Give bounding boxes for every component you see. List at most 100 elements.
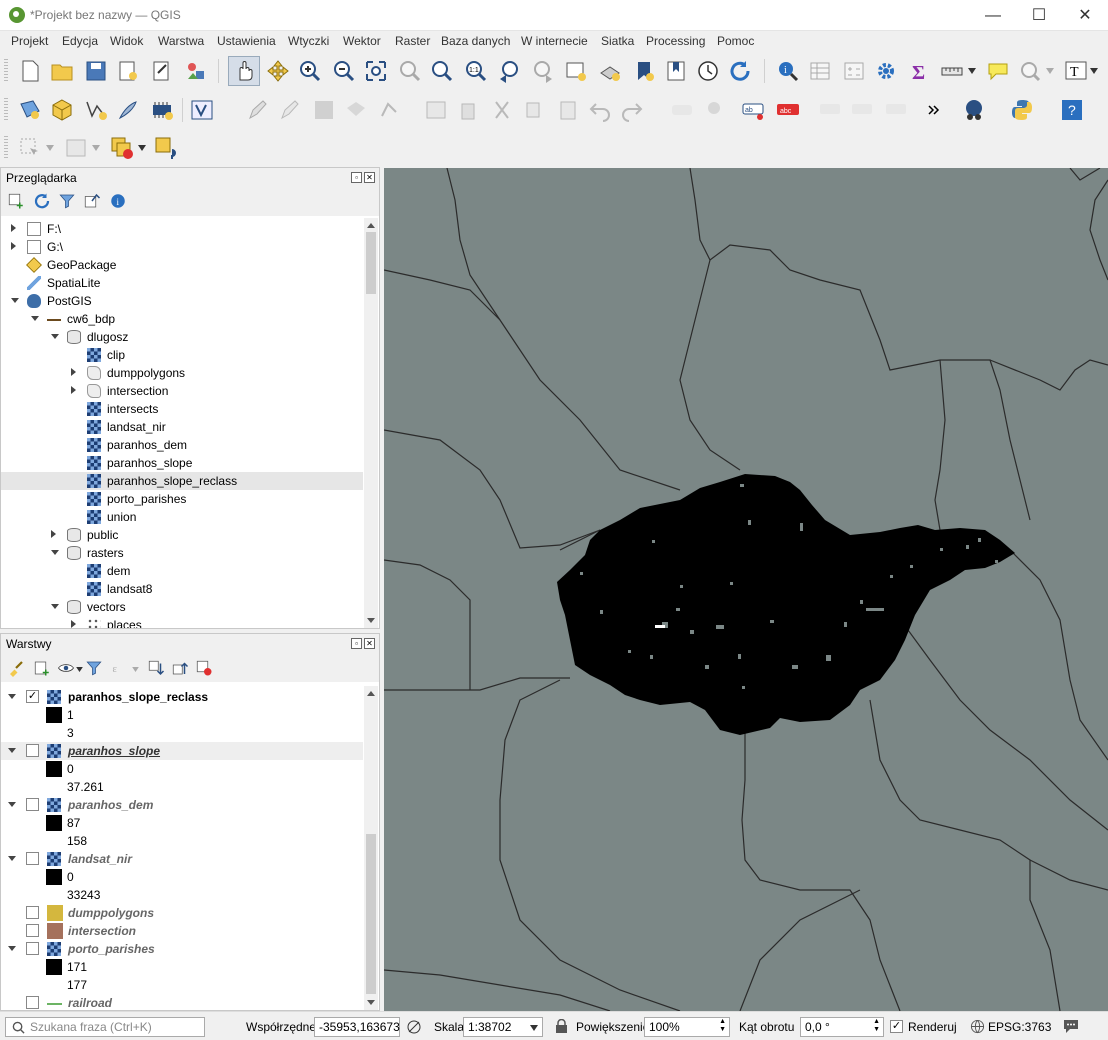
new-spatial-bookmark-icon[interactable]: [1018, 59, 1042, 83]
filter-legend-icon[interactable]: [85, 659, 103, 677]
browser-item-intersection[interactable]: intersection: [1, 382, 361, 400]
collapse-arrow-icon[interactable]: [51, 550, 59, 555]
close-button[interactable]: ✕: [1062, 0, 1108, 31]
menu-widok[interactable]: Widok: [110, 34, 143, 48]
style-manager-icon[interactable]: [184, 59, 208, 83]
browser-scrollbar[interactable]: [364, 218, 378, 628]
current-edits-icon[interactable]: [246, 98, 270, 122]
layer-porto-parishes[interactable]: porto_parishes: [1, 940, 361, 958]
delete-selected-icon[interactable]: [456, 98, 480, 122]
layer-railroad[interactable]: railroad: [1, 994, 361, 1010]
layer-visibility-checkbox[interactable]: [26, 744, 39, 757]
zoom-last-icon[interactable]: [498, 59, 522, 83]
browser-item-spatialite[interactable]: SpatiaLite: [1, 274, 361, 292]
close-panel-icon[interactable]: ✕: [364, 172, 375, 183]
float-panel-icon[interactable]: ▫: [351, 172, 362, 183]
expression-dropdown-icon[interactable]: [132, 667, 139, 672]
pan-map-icon[interactable]: [232, 59, 256, 83]
collapse-arrow-icon[interactable]: [8, 748, 16, 753]
browser-item-clip[interactable]: clip: [1, 346, 361, 364]
layer-visibility-checkbox[interactable]: [26, 798, 39, 811]
messages-icon[interactable]: [1062, 1018, 1080, 1034]
new-geopackage-layer-icon[interactable]: [50, 98, 74, 122]
locator-search-input[interactable]: Szukana fraza (Ctrl+K): [5, 1017, 205, 1037]
layer-dumppolygons[interactable]: dumppolygons: [1, 904, 361, 922]
menu-baza-danych[interactable]: Baza danych: [441, 34, 510, 48]
zoom-to-selection-icon[interactable]: [398, 59, 422, 83]
copy-features-icon[interactable]: [522, 98, 546, 122]
rotate-label-icon[interactable]: [850, 98, 874, 122]
browser-item-landsat-nir[interactable]: landsat_nir: [1, 418, 361, 436]
browser-item-vectors[interactable]: vectors: [1, 598, 361, 616]
filter-by-expression-icon[interactable]: ε: [111, 659, 129, 677]
browser-item-porto-parishes[interactable]: porto_parishes: [1, 490, 361, 508]
new-project-icon[interactable]: [18, 59, 42, 83]
menu-warstwa[interactable]: Warstwa: [158, 34, 204, 48]
rotation-spinbox[interactable]: 0,0 ° ▲ ▼: [800, 1017, 884, 1037]
expand-arrow-icon[interactable]: [11, 224, 16, 232]
layer-landsat-nir[interactable]: landsat_nir: [1, 850, 361, 868]
python-console-icon[interactable]: [1010, 98, 1034, 122]
menu-projekt[interactable]: Projekt: [11, 34, 48, 48]
select-by-value-icon[interactable]: [64, 136, 88, 160]
select-dropdown-icon[interactable]: [46, 145, 54, 151]
legend-item[interactable]: 177: [1, 976, 361, 994]
deselect-all-icon[interactable]: [110, 136, 134, 160]
expand-arrow-icon[interactable]: [11, 242, 16, 250]
move-label-icon[interactable]: [818, 98, 842, 122]
layout-manager-icon[interactable]: [150, 59, 174, 83]
browser-item-g[interactable]: G:\: [1, 238, 361, 256]
layer-visibility-checkbox[interactable]: [26, 852, 39, 865]
statistical-summary-icon[interactable]: Σ: [908, 59, 932, 83]
add-feature-icon[interactable]: [344, 98, 368, 122]
minimize-button[interactable]: —: [970, 0, 1016, 31]
redo-icon[interactable]: [620, 98, 644, 122]
collapse-arrow-icon[interactable]: [51, 334, 59, 339]
collapse-arrow-icon[interactable]: [51, 604, 59, 609]
maximize-button[interactable]: ☐: [1016, 0, 1062, 31]
measure-line-icon[interactable]: [940, 59, 964, 83]
map-canvas[interactable]: [384, 168, 1108, 1011]
collapse-arrow-icon[interactable]: [8, 856, 16, 861]
add-selected-layers-icon[interactable]: [7, 192, 25, 210]
new-3d-map-view-icon[interactable]: [598, 59, 622, 83]
toggle-editing-icon[interactable]: [278, 98, 302, 122]
browser-item-dumppolygons[interactable]: dumppolygons: [1, 364, 361, 382]
filter-browser-icon[interactable]: [58, 192, 76, 210]
temporal-controller-icon[interactable]: [696, 59, 720, 83]
collapse-all-layers-icon[interactable]: [171, 659, 189, 677]
toggle-extents-icon[interactable]: [406, 1019, 422, 1035]
layer-labeling-icon[interactable]: [670, 98, 694, 122]
attribute-table-icon[interactable]: [808, 59, 832, 83]
legend-item[interactable]: 37.261: [1, 778, 361, 796]
layers-scrollbar[interactable]: [364, 686, 378, 1010]
identify-features-icon[interactable]: i: [776, 59, 800, 83]
new-map-view-icon[interactable]: [564, 59, 588, 83]
measure-dropdown-icon[interactable]: [968, 68, 976, 74]
new-bookmark-icon[interactable]: [632, 59, 656, 83]
save-layer-edits-icon[interactable]: [312, 98, 336, 122]
browser-item-dlugosz[interactable]: dlugosz: [1, 328, 361, 346]
show-hide-labels-icon[interactable]: abc: [776, 98, 800, 122]
legend-item[interactable]: 171: [1, 958, 361, 976]
select-features-icon[interactable]: [18, 136, 42, 160]
style-layer-icon[interactable]: [7, 659, 25, 677]
change-label-icon[interactable]: [884, 98, 908, 122]
browser-item-public[interactable]: public: [1, 526, 361, 544]
new-print-layout-icon[interactable]: [116, 59, 140, 83]
browser-item-places[interactable]: places: [1, 616, 361, 628]
browser-item-postgis[interactable]: PostGIS: [1, 292, 361, 310]
collapse-arrow-icon[interactable]: [8, 694, 16, 699]
visibility-dropdown-icon[interactable]: [76, 667, 83, 672]
legend-item[interactable]: 33243: [1, 886, 361, 904]
undo-icon[interactable]: [588, 98, 612, 122]
scale-combo[interactable]: 1:38702: [463, 1017, 543, 1037]
data-source-manager-icon[interactable]: [18, 98, 42, 122]
spatial-dropdown-icon[interactable]: [1046, 68, 1054, 74]
properties-widget-icon[interactable]: i: [109, 192, 127, 210]
legend-item[interactable]: 158: [1, 832, 361, 850]
legend-item[interactable]: 87: [1, 814, 361, 832]
add-group-icon[interactable]: [33, 659, 51, 677]
modify-attributes-icon[interactable]: [424, 98, 448, 122]
menu-processing[interactable]: Processing: [646, 34, 705, 48]
